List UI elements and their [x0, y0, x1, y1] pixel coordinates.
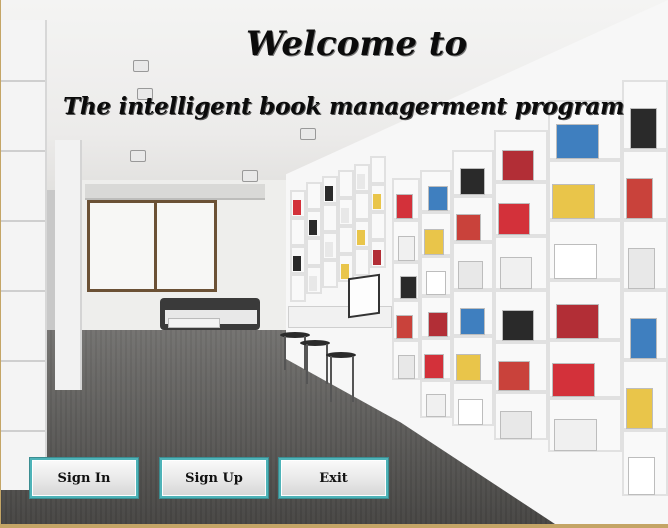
- book-stack: [293, 200, 301, 215]
- laptop-icon: [348, 273, 380, 319]
- left-bookshelf: [0, 20, 47, 490]
- ceiling-lamp-icon: [300, 128, 316, 140]
- book-stack: [424, 354, 444, 379]
- shelf-cell: [322, 260, 338, 288]
- book-stack: [325, 242, 333, 257]
- book-stack: [396, 194, 413, 219]
- sign-in-button[interactable]: Sign In: [29, 457, 139, 499]
- ceiling-lamp-icon: [130, 150, 146, 162]
- window: [87, 200, 217, 292]
- book-stack: [428, 186, 448, 211]
- ceiling-lamp-icon: [133, 60, 149, 72]
- book-stack: [400, 276, 417, 299]
- shelf-cell: [354, 192, 370, 220]
- book-stack: [398, 355, 415, 379]
- book-stack: [426, 271, 446, 295]
- book-stack: [502, 150, 534, 181]
- book-stack: [554, 419, 597, 451]
- book-stack: [458, 261, 483, 289]
- book-stack: [325, 186, 333, 201]
- book-stack: [630, 318, 657, 359]
- book-stack: [498, 361, 530, 391]
- program-title: The intelligent book managerment program: [63, 93, 625, 120]
- book-stack: [456, 214, 481, 241]
- book-stack: [357, 230, 365, 245]
- shelf-cell: [370, 156, 386, 184]
- book-stack: [458, 399, 483, 425]
- book-stack: [357, 174, 365, 189]
- book-stack: [460, 168, 485, 195]
- coffee-table: [168, 318, 220, 328]
- book-stack: [424, 229, 444, 255]
- shelf-cell: [354, 248, 370, 276]
- welcome-heading: Welcome to: [246, 24, 468, 64]
- book-stack: [630, 108, 657, 149]
- book-stack: [398, 236, 415, 261]
- book-stack: [373, 194, 381, 209]
- sign-up-button[interactable]: Sign Up: [159, 457, 269, 499]
- book-stack: [552, 184, 595, 219]
- book-stack: [502, 310, 534, 341]
- bottom-border: [0, 524, 668, 528]
- book-stack: [341, 264, 349, 279]
- book-stack: [556, 124, 599, 159]
- book-stack: [396, 315, 413, 339]
- book-stack: [626, 388, 653, 429]
- book-stack: [628, 457, 655, 495]
- book-stack: [552, 363, 595, 397]
- book-stack: [309, 276, 317, 291]
- book-stack: [498, 203, 530, 235]
- book-stack: [500, 257, 532, 289]
- book-stack: [373, 250, 381, 265]
- book-stack: [426, 394, 446, 417]
- left-bookshelf-far: [55, 140, 82, 390]
- book-stack: [456, 354, 481, 381]
- shelf-cell: [306, 238, 322, 266]
- book-stack: [554, 244, 597, 279]
- book-stack: [556, 304, 599, 339]
- book-stack: [293, 256, 301, 271]
- shelf-cell: [290, 274, 306, 302]
- shelf-cell: [306, 182, 322, 210]
- book-stack: [428, 312, 448, 337]
- book-stack: [460, 308, 485, 335]
- shelf-cell: [338, 170, 354, 198]
- book-stack: [341, 208, 349, 223]
- window-blind: [85, 184, 265, 200]
- book-stack: [500, 411, 532, 439]
- exit-button[interactable]: Exit: [278, 457, 389, 499]
- shelf-cell: [322, 204, 338, 232]
- book-stack: [309, 220, 317, 235]
- shelf-cell: [370, 212, 386, 240]
- ceiling-lamp-icon: [242, 170, 258, 182]
- shelf-cell: [290, 218, 306, 246]
- welcome-screen: Welcome to The intelligent book managerm…: [0, 0, 668, 528]
- book-stack: [626, 178, 653, 219]
- book-stack: [628, 248, 655, 289]
- shelf-cell: [338, 226, 354, 254]
